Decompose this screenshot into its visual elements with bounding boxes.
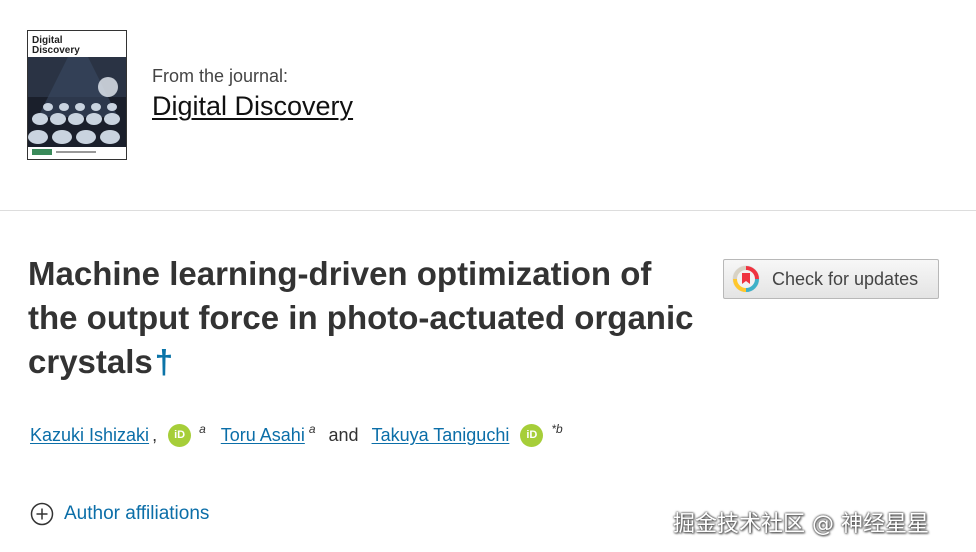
affiliation-marker: a [308, 421, 316, 436]
header-divider [0, 210, 976, 211]
orcid-icon[interactable]: iD [520, 424, 544, 447]
orcid-icon[interactable]: iD [168, 424, 192, 447]
article-title: Machine learning-driven optimization of … [28, 252, 708, 384]
publisher-logo [32, 149, 96, 155]
affiliation-marker: *b [551, 421, 563, 436]
from-journal-label: From the journal: [152, 66, 289, 86]
cover-artwork [28, 57, 126, 147]
author-separator-comma: , [152, 425, 158, 445]
watermark-text: 掘金技术社区 @ 神经星星 [673, 512, 929, 537]
author-list: Kazuki Ishizaki , iD a Toru Asahi a and … [30, 421, 563, 447]
author-link-ishizaki[interactable]: Kazuki Ishizaki [30, 425, 149, 446]
journal-cover-image[interactable]: Digital Discovery [27, 30, 127, 160]
check-for-updates-button[interactable]: Check for updates [723, 259, 939, 299]
author-link-asahi[interactable]: Toru Asahi [221, 425, 305, 446]
author-affiliations-label: Author affiliations [64, 503, 210, 524]
check-for-updates-label: Check for updates [772, 268, 919, 289]
crossmark-icon [732, 265, 760, 293]
journal-name-link[interactable]: Digital Discovery [152, 91, 353, 122]
author-affiliations-toggle[interactable]: Author affiliations [30, 502, 209, 526]
article-title-text: Machine learning-driven optimization of … [28, 255, 694, 380]
author-separator-and: and [328, 425, 359, 445]
affiliation-marker: a [199, 421, 206, 436]
author-link-taniguchi[interactable]: Takuya Taniguchi [372, 425, 510, 446]
cover-title: Digital Discovery [32, 35, 80, 56]
plus-circle-icon [30, 502, 54, 526]
dagger-footnote-link[interactable]: † [155, 343, 173, 380]
